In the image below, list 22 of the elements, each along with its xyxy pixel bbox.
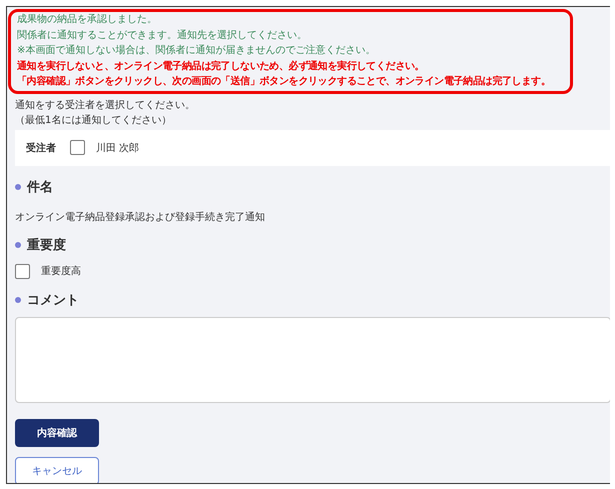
bullet-icon [15,296,21,302]
bullet-icon [15,184,21,190]
notice-message: 通知を実行しないと、オンライン電子納品は完了しないため、必ず通知を実行してください。 [17,59,426,74]
recipient-name: 川田 次郎 [96,142,140,154]
instruction-text: 通知をする受注者を選択してください。 [15,98,196,112]
section-heading: 重要度 [27,236,66,254]
recipient-label: 受注者 [26,141,56,154]
notice-message: ※本画面で通知しない場合は、関係者に通知が届きませんのでご注意ください。 [17,44,376,58]
subject-text: オンライン電子納品登録承認および登録手続き完了通知 [15,210,266,224]
cancel-button[interactable]: キャンセル [15,456,99,483]
notice-message: 「内容確認」ボタンをクリックし、次の画面の「送信」ボタンをクリックすることで、オンライン電子納品は完了します。 [17,74,552,89]
importance-checkbox[interactable] [15,264,30,278]
notice-message: 関係者に通知することができます。通知先を選択してください。 [17,28,308,42]
section-heading: コメント [27,292,79,308]
confirm-button[interactable]: 内容確認 [15,418,99,446]
section-heading: 件名 [27,178,53,196]
recipient-checkbox[interactable] [70,140,85,155]
instruction-text: （最低1名には通知してください） [15,114,172,128]
comment-field[interactable] [15,316,610,402]
notice-message: 成果物の納品を承認しました。 [17,12,158,27]
bullet-icon [15,242,21,248]
importance-label: 重要度高 [41,264,81,278]
